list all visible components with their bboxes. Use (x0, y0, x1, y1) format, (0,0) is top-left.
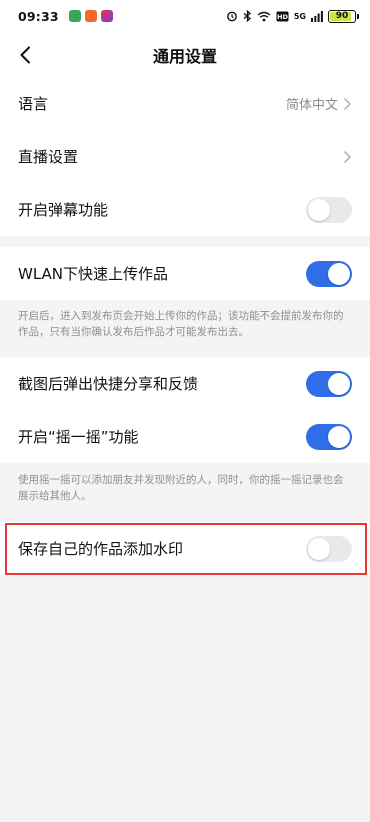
wlan-upload-description: 开启后，进入到发布页会开始上传你的作品；该功能不会提前发布你的作品，只有当你确认… (18, 310, 344, 338)
watermark-row: 保存自己的作品添加水印 (0, 522, 370, 575)
nav-bar: 通用设置 (0, 32, 370, 78)
back-button[interactable] (10, 40, 40, 70)
language-value: 简体中文 (285, 98, 338, 113)
settings-group-general: 语言 简体中文 直播设置 开启弹幕功能 (0, 77, 370, 236)
battery-icon: 90 (328, 9, 359, 23)
live-settings-row[interactable]: 直播设置 (0, 130, 370, 183)
svg-text:HD: HD (277, 13, 288, 21)
wlan-upload-label: WLAN下快速上传作品 (18, 265, 169, 283)
hd-icon: HD (276, 11, 288, 21)
app-notification-icon (84, 10, 97, 22)
danmaku-toggle[interactable] (306, 196, 352, 223)
shake-description: 使用摇一摇可以添加朋友并发现附近的人，同时，你的摇一摇记录也会展示给其他人。 (18, 474, 344, 502)
language-row[interactable]: 语言 简体中文 (0, 77, 370, 130)
status-bar: 09:33 HD 5G 90 (0, 0, 370, 32)
wifi-icon (257, 11, 271, 21)
status-time: 09:33 (18, 8, 59, 24)
settings-group-watermark: 保存自己的作品添加水印 (0, 522, 370, 575)
screenshot-share-toggle-area (306, 370, 352, 397)
chevron-right-icon (344, 97, 351, 110)
alarm-icon (226, 11, 237, 22)
status-indicators: HD 5G 90 (226, 9, 359, 23)
toggle-knob (308, 537, 330, 560)
chevron-right-icon (344, 150, 351, 163)
signal-icon (311, 10, 323, 22)
screenshot-share-label: 截图后弹出快捷分享和反馈 (18, 375, 199, 393)
screenshot-share-row: 截图后弹出快捷分享和反馈 (0, 357, 370, 410)
shake-row: 开启“摇一摇”功能 (0, 410, 370, 463)
app-notification-icon (68, 10, 81, 22)
page-title: 通用设置 (152, 47, 217, 66)
chevron-left-icon (20, 46, 30, 64)
danmaku-row: 开启弹幕功能 (0, 183, 370, 236)
app-notification-icon (100, 10, 113, 22)
danmaku-label: 开启弹幕功能 (18, 201, 109, 219)
shake-label: 开启“摇一摇”功能 (18, 428, 139, 446)
bluetooth-icon (243, 10, 251, 22)
watermark-label: 保存自己的作品添加水印 (18, 540, 184, 558)
toggle-knob (328, 425, 350, 448)
toggle-knob (328, 262, 350, 285)
shake-toggle[interactable] (306, 423, 352, 450)
toggle-knob (328, 372, 350, 395)
toggle-knob (308, 198, 330, 221)
network-type-label: 5G (293, 11, 306, 21)
danmaku-toggle-area (306, 196, 352, 223)
shake-toggle-area (306, 423, 352, 450)
live-settings-arrow-area (342, 150, 352, 164)
settings-group-interaction: 截图后弹出快捷分享和反馈 开启“摇一摇”功能 (0, 357, 370, 463)
battery-level: 90 (335, 11, 349, 21)
language-value-area: 简体中文 (286, 94, 352, 113)
wlan-upload-toggle[interactable] (306, 260, 352, 287)
live-settings-label: 直播设置 (18, 148, 79, 166)
status-app-icons (68, 10, 113, 22)
wlan-upload-toggle-area (306, 260, 352, 287)
watermark-toggle[interactable] (306, 535, 352, 562)
language-label: 语言 (18, 95, 49, 113)
screenshot-share-toggle[interactable] (306, 370, 352, 397)
settings-group-upload: WLAN下快速上传作品 (0, 247, 370, 300)
watermark-toggle-area (306, 535, 352, 562)
wlan-upload-row: WLAN下快速上传作品 (0, 247, 370, 300)
